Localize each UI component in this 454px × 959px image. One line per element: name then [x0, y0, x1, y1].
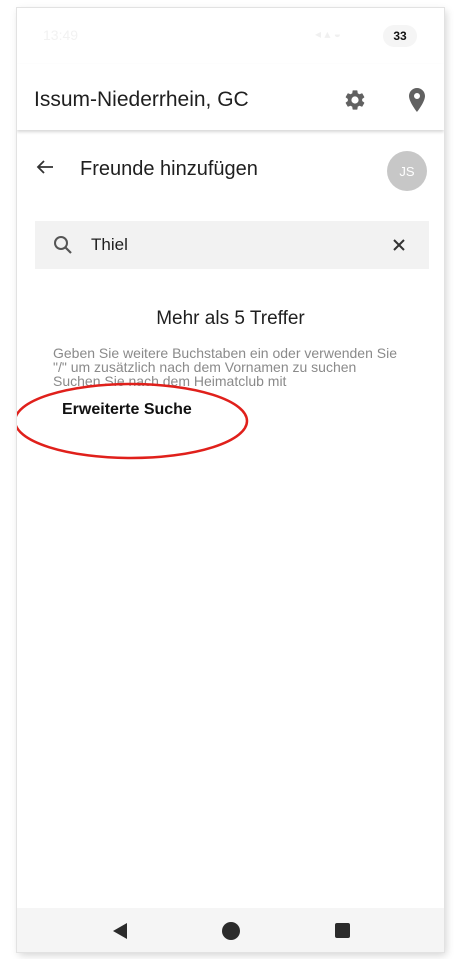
- hint-line: Geben Sie weitere Buchstaben ein oder ve…: [53, 345, 397, 361]
- settings-button[interactable]: [343, 88, 367, 112]
- close-icon: [393, 239, 405, 251]
- status-time: 13:49: [43, 27, 79, 43]
- app-bar: Issum-Niederrhein, GC: [17, 64, 444, 130]
- arrow-left-icon: [36, 160, 53, 174]
- search-box: [35, 221, 429, 269]
- navigation-bar: [17, 908, 444, 952]
- status-bar: 13:49 ◂ ▴ ◒ 33: [17, 8, 444, 58]
- location-pin-icon: [409, 88, 425, 112]
- page-title: Freunde hinzufügen: [80, 158, 258, 180]
- gear-icon: [345, 90, 365, 110]
- search-icon: [53, 235, 73, 255]
- clear-search-button[interactable]: [391, 237, 407, 253]
- triangle-back-icon: [113, 923, 127, 939]
- signal-wifi-icon: ◂ ▴ ◒: [315, 27, 341, 41]
- app-title: Issum-Niederrhein, GC: [34, 88, 249, 111]
- battery-badge: 33: [383, 25, 417, 47]
- results-heading: Mehr als 5 Treffer: [156, 308, 305, 329]
- advanced-search-link[interactable]: Erweiterte Suche: [62, 401, 192, 419]
- hint-line: Suchen Sie nach dem Heimatclub mit: [53, 373, 287, 389]
- nav-home-button[interactable]: [222, 922, 240, 940]
- hint-line: "/" um zusätzlich nach dem Vornamen zu s…: [53, 359, 357, 375]
- nav-back-button[interactable]: [111, 922, 129, 940]
- avatar[interactable]: JS: [387, 151, 427, 191]
- sub-header: Freunde hinzufügen JS: [17, 140, 444, 200]
- back-button[interactable]: [33, 155, 57, 179]
- phone-screen: 13:49 ◂ ▴ ◒ 33 Issum-Niederrhein, GC Fre…: [17, 8, 444, 952]
- nav-recents-button[interactable]: [335, 923, 350, 938]
- search-input[interactable]: [91, 233, 381, 257]
- location-button[interactable]: [407, 87, 427, 113]
- search-hint: Geben Sie weitere Buchstaben ein oder ve…: [53, 346, 433, 388]
- annotation-ellipse: [17, 382, 249, 460]
